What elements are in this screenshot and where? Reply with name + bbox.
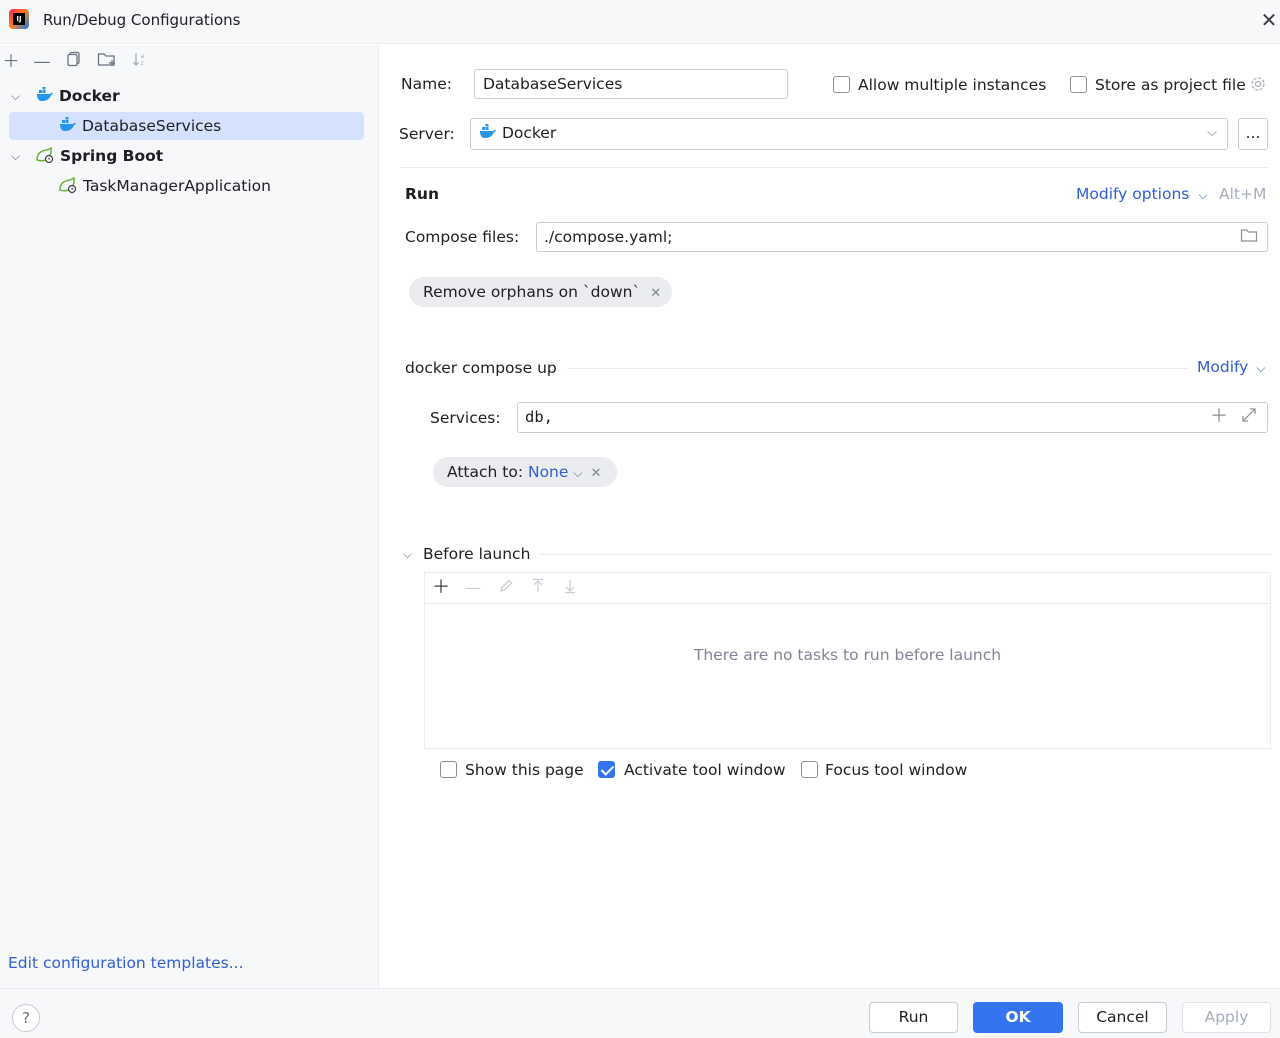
name-label: Name: <box>401 75 452 93</box>
run-section-title: Run <box>405 185 440 203</box>
attach-to-chip[interactable]: Attach to: None ⌵ ✕ <box>433 457 617 487</box>
window-title: Run/Debug Configurations <box>43 11 241 29</box>
chevron-down-icon[interactable]: ⌵ <box>11 82 25 110</box>
tree-item-task-manager-application[interactable]: TaskManagerApplication <box>9 172 364 200</box>
activate-tool-window-checkbox[interactable] <box>598 761 615 778</box>
close-icon[interactable]: ✕ <box>1258 9 1280 31</box>
remove-icon[interactable]: — <box>463 578 483 598</box>
focus-tool-window-label: Focus tool window <box>825 761 968 779</box>
compose-files-label: Compose files: <box>405 228 520 246</box>
no-tasks-message: There are no tasks to run before launch <box>693 646 1002 664</box>
apply-button[interactable]: Apply <box>1182 1002 1271 1033</box>
chevron-down-icon: ⌵ <box>1207 125 1217 140</box>
modify-options-link[interactable]: Modify options ⌵ <box>1076 184 1207 205</box>
attach-to-label: Attach to: <box>447 463 524 481</box>
edit-icon[interactable] <box>496 578 516 599</box>
cancel-button[interactable]: Cancel <box>1078 1002 1167 1033</box>
services-label: Services: <box>430 409 501 427</box>
divider <box>400 167 1268 168</box>
chevron-down-icon[interactable]: ⌵ <box>403 544 412 564</box>
tree-group-label: Docker <box>58 87 120 105</box>
tree-item-database-services[interactable]: DatabaseServices <box>9 112 364 140</box>
server-more-button[interactable]: ... <box>1238 118 1268 150</box>
spring-boot-icon <box>35 145 55 164</box>
allow-multiple-instances-label: Allow multiple instances <box>858 76 1047 94</box>
chevron-down-icon: ⌵ <box>1256 361 1266 375</box>
server-label: Server: <box>399 125 455 143</box>
spring-boot-icon <box>58 175 78 194</box>
copy-icon[interactable] <box>63 51 85 73</box>
close-icon[interactable]: ✕ <box>650 286 661 301</box>
tree-group-label: Spring Boot <box>59 147 164 165</box>
folder-icon[interactable] <box>1239 227 1259 248</box>
title-bar: IJ Run/Debug Configurations ✕ <box>0 0 1280 44</box>
move-up-icon[interactable] <box>528 578 548 599</box>
modify-options-shortcut: Alt+M <box>1219 185 1267 203</box>
tree-item-label: TaskManagerApplication <box>82 177 271 195</box>
modify-label: Modify <box>1197 358 1249 376</box>
tree-group-docker[interactable]: ⌵ Docker <box>9 82 364 110</box>
before-launch-toolbar: ＋ — <box>425 573 1270 604</box>
add-icon[interactable]: ＋ <box>0 51 22 73</box>
svg-text:a: a <box>141 53 145 60</box>
before-launch-title: Before launch <box>423 545 531 563</box>
services-input[interactable]: db, <box>517 402 1268 433</box>
tree-item-label: DatabaseServices <box>81 117 222 135</box>
activate-tool-window-label: Activate tool window <box>624 761 786 779</box>
edit-configuration-templates-link[interactable]: Edit configuration templates... <box>8 954 244 972</box>
svg-text:z: z <box>141 60 144 67</box>
remove-icon[interactable]: — <box>31 51 53 73</box>
docker-icon <box>59 114 77 131</box>
tree-group-spring-boot[interactable]: ⌵ Spring Boot <box>9 142 364 170</box>
name-input[interactable]: DatabaseServices <box>474 69 788 99</box>
divider <box>567 368 1189 369</box>
help-icon[interactable]: ? <box>12 1004 40 1032</box>
before-launch-panel: ＋ — There are no tasks to run before lau… <box>424 572 1271 749</box>
new-folder-icon[interactable] <box>96 51 118 73</box>
focus-tool-window-checkbox[interactable] <box>801 761 818 778</box>
configuration-form: Name: DatabaseServices Allow multiple in… <box>380 45 1280 988</box>
close-icon[interactable]: ✕ <box>590 466 601 481</box>
sort-icon[interactable]: az <box>129 51 151 73</box>
chevron-down-icon[interactable]: ⌵ <box>11 142 25 170</box>
compose-files-input[interactable]: ./compose.yaml; <box>536 222 1268 252</box>
docker-icon <box>479 121 497 138</box>
modify-link[interactable]: Modify ⌵ <box>1197 357 1265 378</box>
server-select[interactable]: Docker ⌵ <box>470 118 1228 150</box>
move-down-icon[interactable] <box>560 578 580 599</box>
add-icon[interactable]: ＋ <box>431 578 451 598</box>
modify-options-label: Modify options <box>1076 185 1190 203</box>
store-as-project-file-label: Store as project file <box>1095 76 1246 94</box>
allow-multiple-instances-checkbox[interactable] <box>833 76 850 93</box>
divider <box>538 554 1271 555</box>
add-icon[interactable]: ＋ <box>1209 407 1229 427</box>
chevron-down-icon: ⌵ <box>1198 188 1208 202</box>
configurations-sidebar: ＋ — az ⌵ Docker DatabaseServices ⌵ Sprin… <box>0 45 379 988</box>
attach-to-value[interactable]: None <box>528 463 568 481</box>
compose-up-section-title: docker compose up <box>405 359 557 377</box>
server-value: Docker <box>501 124 557 142</box>
expand-icon[interactable] <box>1239 407 1259 428</box>
docker-icon <box>36 84 54 101</box>
store-as-project-file-checkbox[interactable] <box>1070 76 1087 93</box>
remove-orphans-chip[interactable]: Remove orphans on `down` ✕ <box>409 277 672 307</box>
show-this-page-label: Show this page <box>465 761 584 779</box>
show-this-page-checkbox[interactable] <box>440 761 457 778</box>
gear-icon[interactable] <box>1248 75 1268 98</box>
chevron-down-icon: ⌵ <box>573 466 583 480</box>
remove-orphans-label: Remove orphans on `down` <box>423 283 641 301</box>
ok-button[interactable]: OK <box>973 1002 1063 1033</box>
run-button[interactable]: Run <box>869 1002 958 1033</box>
intellij-logo-icon: IJ <box>9 9 29 29</box>
